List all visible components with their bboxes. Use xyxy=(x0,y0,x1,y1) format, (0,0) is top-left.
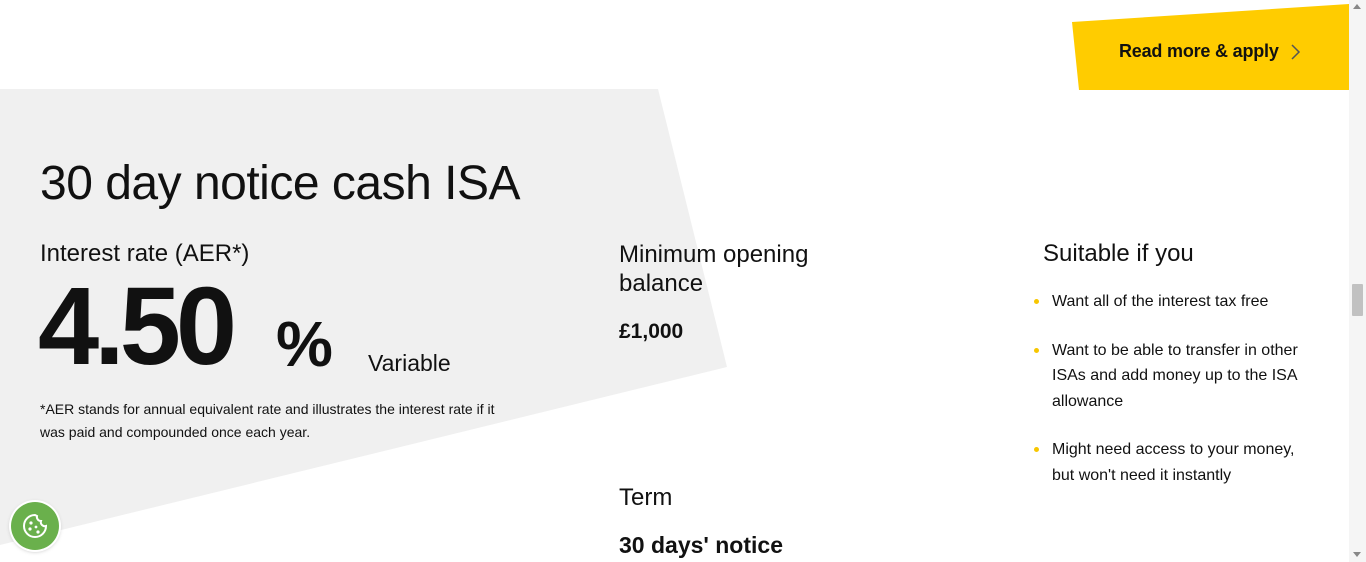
scroll-down-arrow-icon[interactable] xyxy=(1353,552,1361,557)
interest-rate-unit: % xyxy=(276,308,333,380)
minimum-balance-value: £1,000 xyxy=(619,320,684,343)
suitable-list: Want all of the interest tax free Want t… xyxy=(1031,289,1311,512)
list-item-text: Want all of the interest tax free xyxy=(1052,293,1269,310)
read-more-apply-label: Read more & apply xyxy=(1119,41,1279,61)
cookie-settings-button[interactable] xyxy=(11,502,59,550)
scroll-up-arrow-icon[interactable] xyxy=(1353,4,1361,9)
list-item-text: Might need access to your money, but won… xyxy=(1052,441,1295,484)
page-title: 30 day notice cash ISA xyxy=(40,157,520,211)
suitable-heading: Suitable if you xyxy=(1043,240,1194,267)
bullet-icon xyxy=(1034,347,1039,353)
read-more-apply-button[interactable]: Read more & apply xyxy=(1072,4,1349,90)
cookie-icon xyxy=(23,513,48,538)
aer-footnote: *AER stands for annual equivalent rate a… xyxy=(40,401,495,440)
list-item-text: Want to be able to transfer in other ISA… xyxy=(1052,341,1298,410)
minimum-balance-label: Minimum opening balance xyxy=(619,241,809,297)
scrollbar-thumb[interactable] xyxy=(1352,284,1363,316)
chevron-right-icon xyxy=(1291,44,1301,60)
interest-rate-label: Interest rate (AER*) xyxy=(40,240,250,267)
term-value: 30 days' notice xyxy=(619,532,783,558)
list-item: Want to be able to transfer in other ISA… xyxy=(1031,338,1311,415)
list-item: Want all of the interest tax free xyxy=(1031,289,1311,315)
vertical-scrollbar[interactable] xyxy=(1349,0,1366,562)
bullet-icon xyxy=(1034,447,1039,453)
term-label: Term xyxy=(619,484,673,511)
interest-rate-value: 4.50 xyxy=(38,265,237,388)
bullet-icon xyxy=(1034,299,1039,304)
interest-rate-type: Variable xyxy=(368,350,451,376)
list-item: Might need access to your money, but won… xyxy=(1031,437,1311,488)
